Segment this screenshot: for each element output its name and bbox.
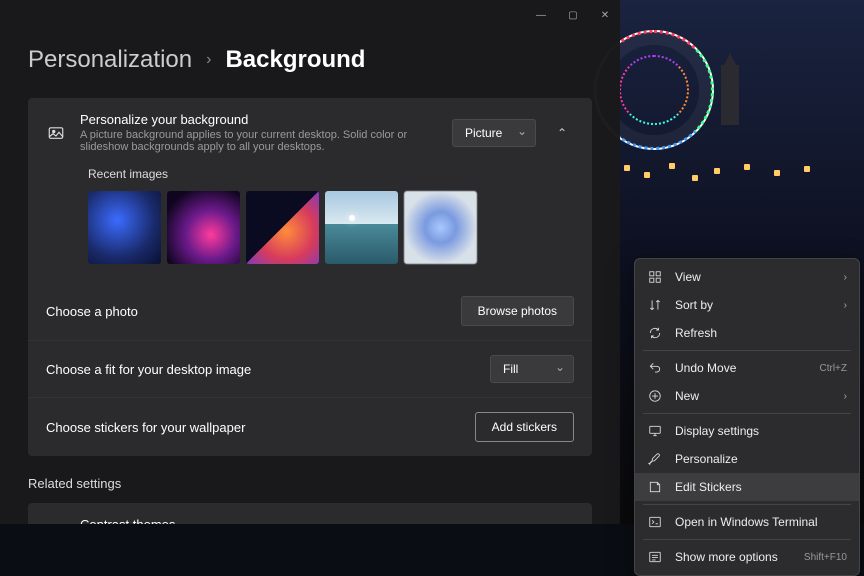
wallpaper-thumb-4[interactable] [325,191,398,264]
related-settings-heading: Related settings [28,476,592,491]
menu-edit-stickers-label: Edit Stickers [675,480,847,494]
menu-new-label: New [675,389,832,403]
fit-row: Choose a fit for your desktop image Fill [28,340,592,397]
menu-separator [643,504,851,505]
menu-display-label: Display settings [675,424,847,438]
choose-photo-row: Choose a photo Browse photos [28,282,592,340]
menu-refresh[interactable]: Refresh [635,319,859,347]
wallpaper-thumb-1[interactable] [88,191,161,264]
stickers-label: Choose stickers for your wallpaper [46,420,461,435]
wallpaper-thumb-3[interactable] [246,191,319,264]
menu-more-shortcut: Shift+F10 [804,552,847,563]
background-type-dropdown[interactable]: Picture [452,119,536,147]
menu-terminal[interactable]: Open in Windows Terminal [635,508,859,536]
breadcrumb-current: Background [225,46,365,74]
menu-new[interactable]: New › [635,382,859,410]
fit-dropdown[interactable]: Fill [490,355,574,383]
recent-images-label: Recent images [88,167,574,181]
fit-label: Choose a fit for your desktop image [46,362,476,377]
stickers-icon [647,479,663,495]
chevron-right-icon: › [844,300,847,311]
menu-more-label: Show more options [675,550,792,564]
recent-images-section: Recent images [28,167,592,282]
menu-terminal-label: Open in Windows Terminal [675,515,847,529]
more-icon [647,549,663,565]
menu-display-settings[interactable]: Display settings [635,417,859,445]
menu-personalize-label: Personalize [675,452,847,466]
menu-undo-shortcut: Ctrl+Z [820,363,848,374]
new-icon [647,388,663,404]
view-icon [647,269,663,285]
refresh-icon [647,325,663,341]
choose-photo-label: Choose a photo [46,304,447,319]
display-icon [647,423,663,439]
close-button[interactable]: ✕ [598,8,612,22]
breadcrumb-separator: › [206,51,211,69]
personalize-icon [647,451,663,467]
menu-sort-label: Sort by [675,298,832,312]
personalize-header-row[interactable]: Personalize your background A picture ba… [28,98,592,167]
window-titlebar: — ▢ ✕ [0,0,620,30]
menu-personalize[interactable]: Personalize [635,445,859,473]
chevron-right-icon: › [844,391,847,402]
menu-view-label: View [675,270,832,284]
contrast-title: Contrast themes [80,517,536,524]
chevron-right-icon: › [844,272,847,283]
menu-separator [643,413,851,414]
city-lights-graphic [614,160,844,200]
menu-sort[interactable]: Sort by › [635,291,859,319]
wallpaper-thumb-2[interactable] [167,191,240,264]
menu-undo-label: Undo Move [675,361,808,375]
terminal-icon [647,514,663,530]
breadcrumb-parent[interactable]: Personalization [28,46,192,74]
minimize-button[interactable]: — [534,8,548,22]
menu-separator [643,539,851,540]
menu-more-options[interactable]: Show more options Shift+F10 [635,543,859,571]
contrast-themes-card[interactable]: Contrast themes Color themes for low vis… [28,503,592,524]
stickers-row: Choose stickers for your wallpaper Add s… [28,397,592,456]
recent-thumbnails [88,191,574,264]
picture-icon [46,123,66,143]
menu-undo[interactable]: Undo Move Ctrl+Z [635,354,859,382]
collapse-chevron[interactable]: ⌃ [550,121,574,145]
add-stickers-button[interactable]: Add stickers [475,412,574,442]
settings-content: Personalization › Background Personalize… [0,30,620,524]
tower-graphic [721,65,739,125]
breadcrumb: Personalization › Background [28,46,592,74]
menu-edit-stickers[interactable]: Edit Stickers [635,473,859,501]
sort-icon [647,297,663,313]
undo-icon [647,360,663,376]
settings-window: — ▢ ✕ Personalization › Background Perso… [0,0,620,524]
contrast-chevron: › [550,520,574,525]
menu-view[interactable]: View › [635,263,859,291]
wallpaper-thumb-5[interactable] [404,191,477,264]
personalize-title: Personalize your background [80,112,438,127]
personalize-card: Personalize your background A picture ba… [28,98,592,456]
browse-photos-button[interactable]: Browse photos [461,296,574,326]
desktop-context-menu: View › Sort by › Refresh Undo Move Ctrl+… [634,258,860,576]
menu-separator [643,350,851,351]
maximize-button[interactable]: ▢ [566,8,580,22]
menu-refresh-label: Refresh [675,326,847,340]
personalize-subtitle: A picture background applies to your cur… [80,129,438,153]
